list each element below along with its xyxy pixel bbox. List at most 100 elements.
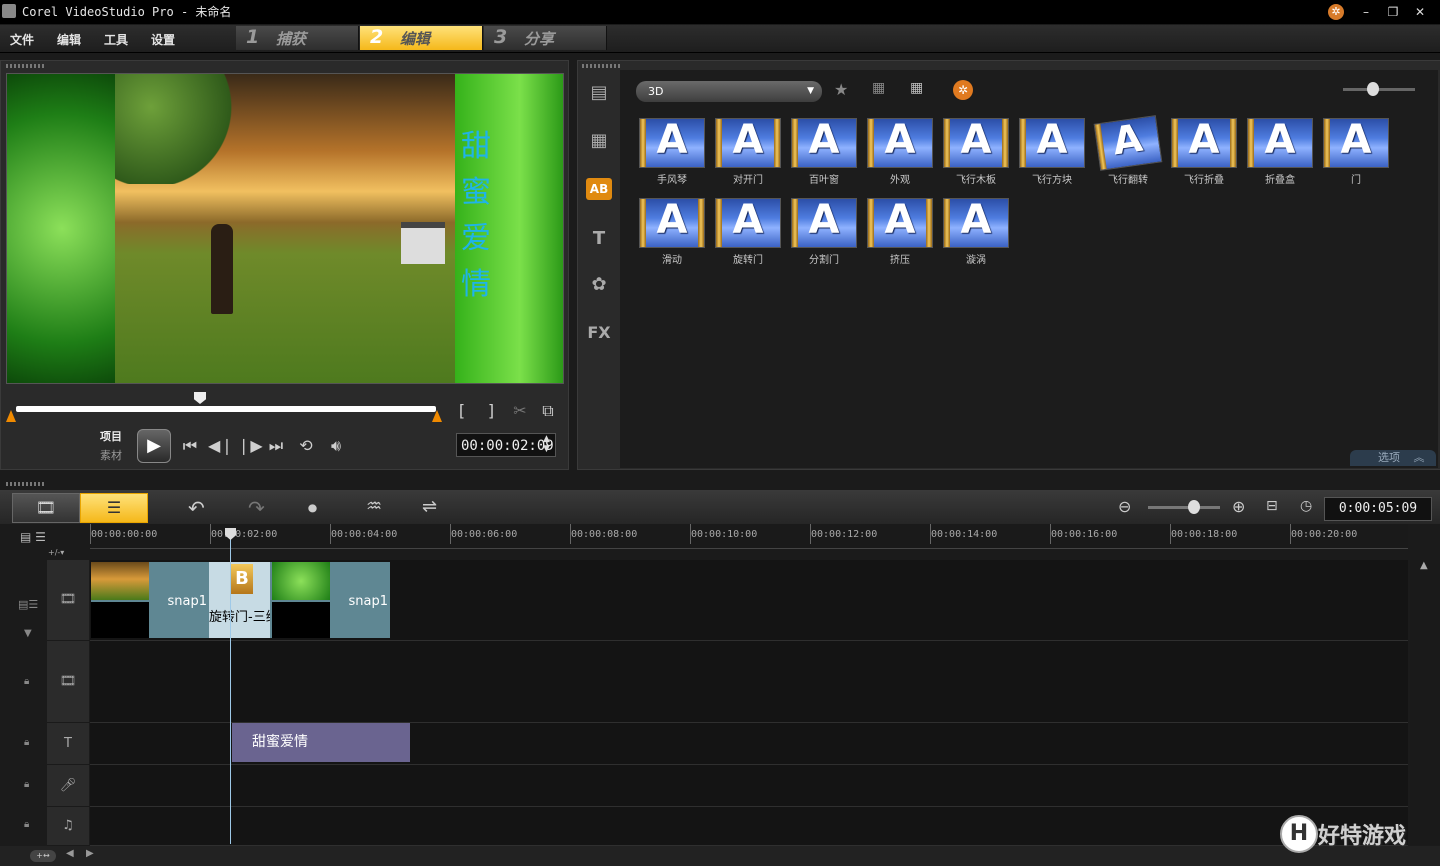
transition-thumbnail[interactable]: A [867, 118, 933, 168]
options-button[interactable]: 选项 ︽ [1350, 450, 1436, 466]
library-grip[interactable] [582, 64, 622, 68]
timecode-stepper-icon[interactable]: ▲ ▼ [543, 434, 550, 454]
filter-tab-icon[interactable]: FX [584, 320, 614, 346]
scrub-bar[interactable] [16, 406, 436, 412]
auto-music-icon[interactable]: ⇌ [422, 496, 437, 517]
title-clip[interactable]: 甜蜜爱情 [232, 723, 410, 762]
menu-edit[interactable]: 编辑 [57, 31, 81, 48]
tab-edit[interactable]: 2 编辑 [360, 26, 483, 50]
scroll-up-icon[interactable]: ▲ [1420, 560, 1428, 571]
track-manager-icon[interactable]: ▤ ☰ [20, 530, 46, 544]
overlay-track-header[interactable]: 🎞︎ [47, 641, 89, 723]
fit-project-icon[interactable]: ⊟ [1266, 498, 1278, 514]
timeline-grip[interactable] [6, 482, 46, 486]
video-clip[interactable]: snap1 [91, 562, 209, 638]
volume-icon[interactable]: 🔊︎ [326, 436, 346, 456]
transition-thumbnail[interactable]: A [791, 198, 857, 248]
tab-share[interactable]: 3 分享 [484, 26, 607, 50]
storyboard-view-button[interactable]: 🎞︎ [12, 493, 80, 523]
menu-file[interactable]: 文件 [10, 31, 34, 48]
undo-icon[interactable]: ↶ [188, 496, 205, 520]
go-to-end-icon[interactable]: ⏭ [266, 436, 286, 456]
redo-icon[interactable]: ↷ [248, 496, 265, 520]
graphic-icon[interactable]: ✿ [584, 272, 614, 298]
category-dropdown[interactable]: 3D ▼ [636, 81, 822, 102]
transition-thumbnail[interactable]: A [943, 118, 1009, 168]
voice-track-header[interactable]: 🎤︎ [47, 765, 89, 807]
lock-icon[interactable]: 🔒︎ [24, 676, 29, 687]
transition-thumbnail[interactable]: A [715, 198, 781, 248]
transition-thumbnail[interactable]: A [639, 198, 705, 248]
preview-grip[interactable] [6, 64, 46, 68]
title-tab-icon[interactable]: T [584, 226, 614, 252]
transition-thumbnail[interactable]: A [1247, 118, 1313, 168]
globe-icon[interactable]: ✲ [1328, 4, 1344, 20]
video-track-header[interactable]: 🎞︎ [47, 560, 89, 641]
timeline-vertical-scrollbar[interactable] [1410, 560, 1440, 845]
timeline-ruler[interactable]: 00:00:00:00 00:00:02:00 00:00:04:00 00:00:0… [90, 524, 1408, 549]
scroll-right-icon[interactable]: ▶ [86, 848, 94, 859]
lock-icon[interactable]: 🔒︎ [24, 819, 29, 830]
thumbnail-size-knob[interactable] [1367, 82, 1379, 96]
mark-in-button[interactable]: [ [455, 401, 469, 420]
mode-project-label[interactable]: 项目 [100, 428, 122, 444]
timeline-zoom-slider[interactable] [1148, 506, 1220, 509]
add-remove-chapter-icon[interactable]: +/-▾ [48, 548, 88, 558]
transition-thumbnail[interactable]: A [715, 118, 781, 168]
menu-settings[interactable]: 设置 [151, 31, 175, 48]
tab-capture[interactable]: 1 捕获 [236, 26, 359, 50]
video-clip[interactable]: snap1 [270, 562, 390, 638]
transition-thumbnail[interactable]: A [943, 198, 1009, 248]
timeline-playhead[interactable] [230, 532, 231, 844]
timeline-zoom-knob[interactable] [1188, 500, 1200, 514]
transition-thumbnail[interactable]: A [1093, 115, 1163, 171]
transition-tab-icon[interactable]: AB [586, 178, 612, 200]
transition-thumbnail[interactable]: A [1171, 118, 1237, 168]
media-icon[interactable]: ▤ [584, 80, 614, 106]
duration-clock-icon[interactable]: ◷ [1300, 498, 1312, 514]
apply-current-icon[interactable]: ▦ [910, 80, 923, 96]
transition-thumbnail[interactable]: A [639, 118, 705, 168]
restore-button[interactable]: ❐ [1383, 3, 1403, 21]
minimize-button[interactable]: – [1356, 3, 1376, 21]
thumbnail-size-slider[interactable] [1343, 88, 1415, 91]
transition-thumbnail[interactable]: A [1019, 118, 1085, 168]
mode-clip-label[interactable]: 素材 [100, 447, 122, 463]
scroll-left-icon[interactable]: ◀ [66, 848, 74, 859]
transition-thumbnail[interactable]: A [1323, 118, 1389, 168]
chevron-down-icon[interactable]: ▼ [24, 628, 32, 639]
add-track-icon[interactable]: +↔ [30, 850, 56, 862]
next-frame-icon[interactable]: ❘▶ [237, 436, 263, 455]
timecode-display[interactable]: 00:00:02:09 [456, 433, 556, 457]
play-button[interactable]: ▶ [137, 429, 171, 463]
lock-icon[interactable]: 🔒︎ [24, 779, 29, 790]
apply-random-icon[interactable]: ▦ [872, 80, 885, 96]
music-track-header[interactable]: ♫ [47, 807, 89, 846]
close-button[interactable]: ✕ [1410, 3, 1430, 21]
transition-thumbnail[interactable]: A [791, 118, 857, 168]
previous-frame-icon[interactable]: ◀❘ [208, 436, 234, 455]
mark-out-button[interactable]: ] [484, 401, 498, 420]
go-to-start-icon[interactable]: ⏮ [180, 436, 200, 456]
timeline-view-button[interactable]: ☰ [80, 493, 148, 523]
audio-mixer-icon[interactable]: ♒ [366, 496, 382, 517]
scissors-icon[interactable]: ✂ [510, 401, 530, 420]
zoom-out-icon[interactable]: ⊖ [1118, 497, 1131, 516]
overlay-track[interactable] [90, 641, 1408, 723]
repeat-icon[interactable]: ⟲ [296, 436, 316, 455]
timeline-horizontal-scrollbar[interactable] [0, 846, 1440, 866]
transition-clip[interactable]: B 旋转门-三维 [209, 562, 270, 638]
record-capture-icon[interactable]: ⏺ [308, 498, 317, 519]
voice-track[interactable] [90, 765, 1408, 807]
zoom-in-icon[interactable]: ⊕ [1232, 497, 1245, 516]
ripple-edit-icon[interactable]: ▤☰ [18, 598, 38, 611]
add-favorite-icon[interactable]: ★ [834, 80, 848, 99]
title-track-header[interactable]: T [47, 723, 89, 765]
instant-project-icon[interactable]: ▦ [584, 128, 614, 154]
enlarge-preview-icon[interactable]: ⧉ [538, 401, 558, 421]
lock-icon[interactable]: 🔒︎ [24, 737, 29, 748]
transition-thumbnail[interactable]: A [867, 198, 933, 248]
get-more-icon[interactable]: ✲ [953, 80, 973, 100]
music-track[interactable] [90, 807, 1408, 846]
menu-tools[interactable]: 工具 [104, 31, 128, 48]
